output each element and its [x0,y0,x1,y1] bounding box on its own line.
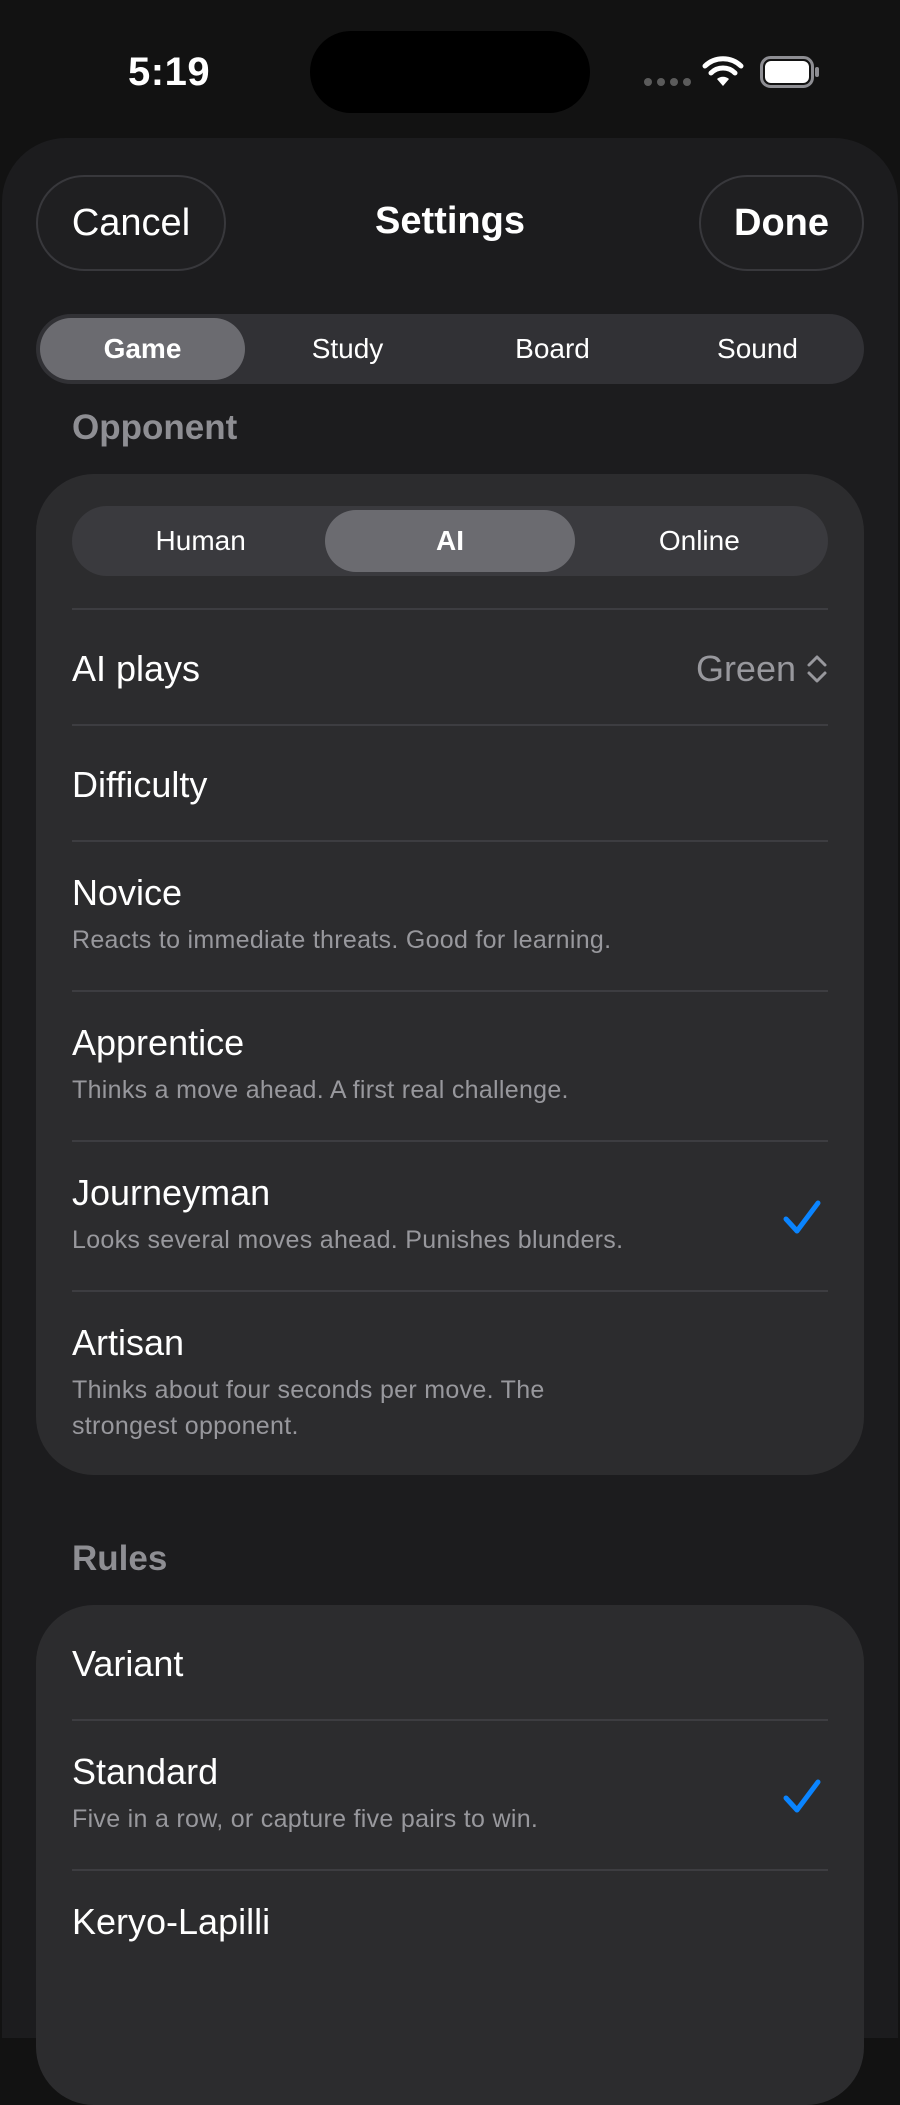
dynamic-island [310,31,590,113]
option-subtitle: Thinks about four seconds per move. The … [72,1376,545,1440]
battery-icon [760,56,819,88]
mode-ai[interactable]: AI [325,510,575,572]
option-subtitle: Five in a row, or capture five pairs to … [72,1805,539,1833]
done-button[interactable]: Done [699,175,864,271]
difficulty-option-apprentice[interactable]: Apprentice Thinks a move ahead. A first … [36,992,864,1140]
opponent-card: Human AI Online AI plays Green Difficult… [36,474,864,1475]
difficulty-option-artisan[interactable]: Artisan Thinks about four seconds per mo… [36,1292,864,1472]
variant-option-standard[interactable]: Standard Five in a row, or capture five … [36,1721,864,1869]
tab-game[interactable]: Game [40,318,245,380]
option-title: Novice [72,872,183,913]
option-title: Standard [72,1751,219,1792]
checkmark-icon [783,1779,821,1813]
rules-card: Variant Standard Five in a row, or captu… [36,1605,864,2105]
difficulty-option-novice[interactable]: Novice Reacts to immediate threats. Good… [36,842,864,990]
cellular-signal-icon [644,78,691,86]
difficulty-option-journeyman[interactable]: Journeyman Looks several moves ahead. Pu… [36,1142,864,1290]
difficulty-label: Difficulty [72,764,208,805]
option-title: Artisan [72,1322,185,1363]
tab-sound[interactable]: Sound [655,318,860,380]
ai-plays-row[interactable]: AI plays Green [36,610,864,724]
option-title: Apprentice [72,1022,245,1063]
tab-study[interactable]: Study [245,318,450,380]
ai-plays-label: AI plays [72,648,201,689]
tab-board[interactable]: Board [450,318,655,380]
option-subtitle: Reacts to immediate threats. Good for le… [72,926,612,954]
status-bar: 5:19 [0,0,900,140]
wifi-icon [702,56,744,86]
option-subtitle: Looks several moves ahead. Punishes blun… [72,1226,624,1254]
mode-human[interactable]: Human [76,510,325,572]
settings-tabs: Game Study Board Sound [36,314,864,384]
chevron-up-down-icon [807,655,827,683]
option-title: Journeyman [72,1172,271,1213]
variant-row: Variant [36,1605,864,1719]
checkmark-icon [783,1200,821,1234]
variant-label: Variant [72,1643,184,1684]
ai-plays-value: Green [695,648,796,689]
status-time: 5:19 [128,50,211,94]
ai-plays-picker[interactable]: Green [696,648,828,690]
rules-section-header: Rules [72,1539,168,1578]
opponent-section-header: Opponent [72,408,238,447]
difficulty-row: Difficulty [36,726,864,840]
option-subtitle: Thinks a move ahead. A first real challe… [72,1076,569,1104]
mode-online[interactable]: Online [575,510,824,572]
option-title: Keryo-Lapilli [72,1901,271,1942]
opponent-mode-picker: Human AI Online [72,506,828,576]
variant-option-keryo-lapilli[interactable]: Keryo-Lapilli [36,1871,864,2019]
